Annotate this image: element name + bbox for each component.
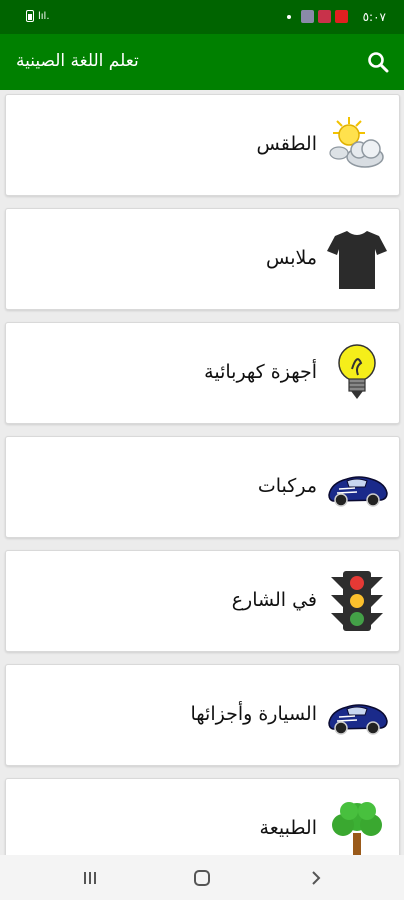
notification-dot-icon — [287, 14, 291, 19]
category-card-nature[interactable]: الطبيعة — [5, 778, 400, 855]
home-icon — [194, 870, 210, 886]
recent-apps-button[interactable] — [77, 865, 103, 891]
back-icon — [312, 871, 321, 885]
notification-icons — [287, 10, 348, 23]
category-label: مركبات — [257, 475, 317, 497]
category-label: ملابس — [265, 247, 317, 269]
category-label: الطقس — [256, 133, 318, 155]
category-card-weather[interactable]: الطقس — [5, 94, 400, 196]
category-card-vehicles[interactable]: مركبات — [5, 436, 400, 538]
category-label: في الشارع — [231, 589, 317, 611]
app-title: تعلم اللغة الصينية — [16, 51, 139, 71]
category-card-electrical[interactable]: أجهزة كهربائية — [5, 322, 400, 424]
car-icon — [328, 476, 388, 507]
red-app-icon — [335, 10, 348, 23]
tshirt-icon — [327, 231, 387, 289]
category-label: الطبيعة — [259, 817, 317, 839]
weather-icon — [329, 117, 384, 168]
search-button[interactable] — [360, 44, 396, 80]
recent-apps-icon — [84, 872, 96, 884]
app-bar: تعلم اللغة الصينية — [0, 34, 404, 90]
battery-icon — [26, 10, 34, 22]
status-time: ٥:٠٧ — [362, 10, 386, 24]
category-label: أجهزة كهربائية — [204, 361, 317, 383]
status-left-indicators: lıl. — [26, 10, 50, 22]
car-icon — [328, 704, 388, 735]
home-button[interactable] — [189, 865, 215, 891]
category-label: السيارة وأجزائها — [190, 703, 317, 725]
navigation-bar — [0, 855, 404, 900]
category-card-car-parts[interactable]: السيارة وأجزائها — [5, 664, 400, 766]
search-icon — [368, 52, 389, 73]
back-button[interactable] — [303, 865, 329, 891]
signal-strength: lıl. — [38, 11, 50, 22]
category-card-street[interactable]: في الشارع — [5, 550, 400, 652]
notification-app-icon — [301, 10, 314, 23]
lightbulb-icon — [338, 344, 376, 399]
traffic-light-icon — [331, 571, 383, 631]
status-bar: lıl. ٥:٠٧ — [0, 0, 404, 34]
category-list: الطقس ملابس أجهزة كهربائية مركبات في الش… — [0, 90, 404, 855]
tree-icon — [332, 802, 382, 855]
category-card-clothes[interactable]: ملابس — [5, 208, 400, 310]
flag-app-icon — [318, 10, 331, 23]
